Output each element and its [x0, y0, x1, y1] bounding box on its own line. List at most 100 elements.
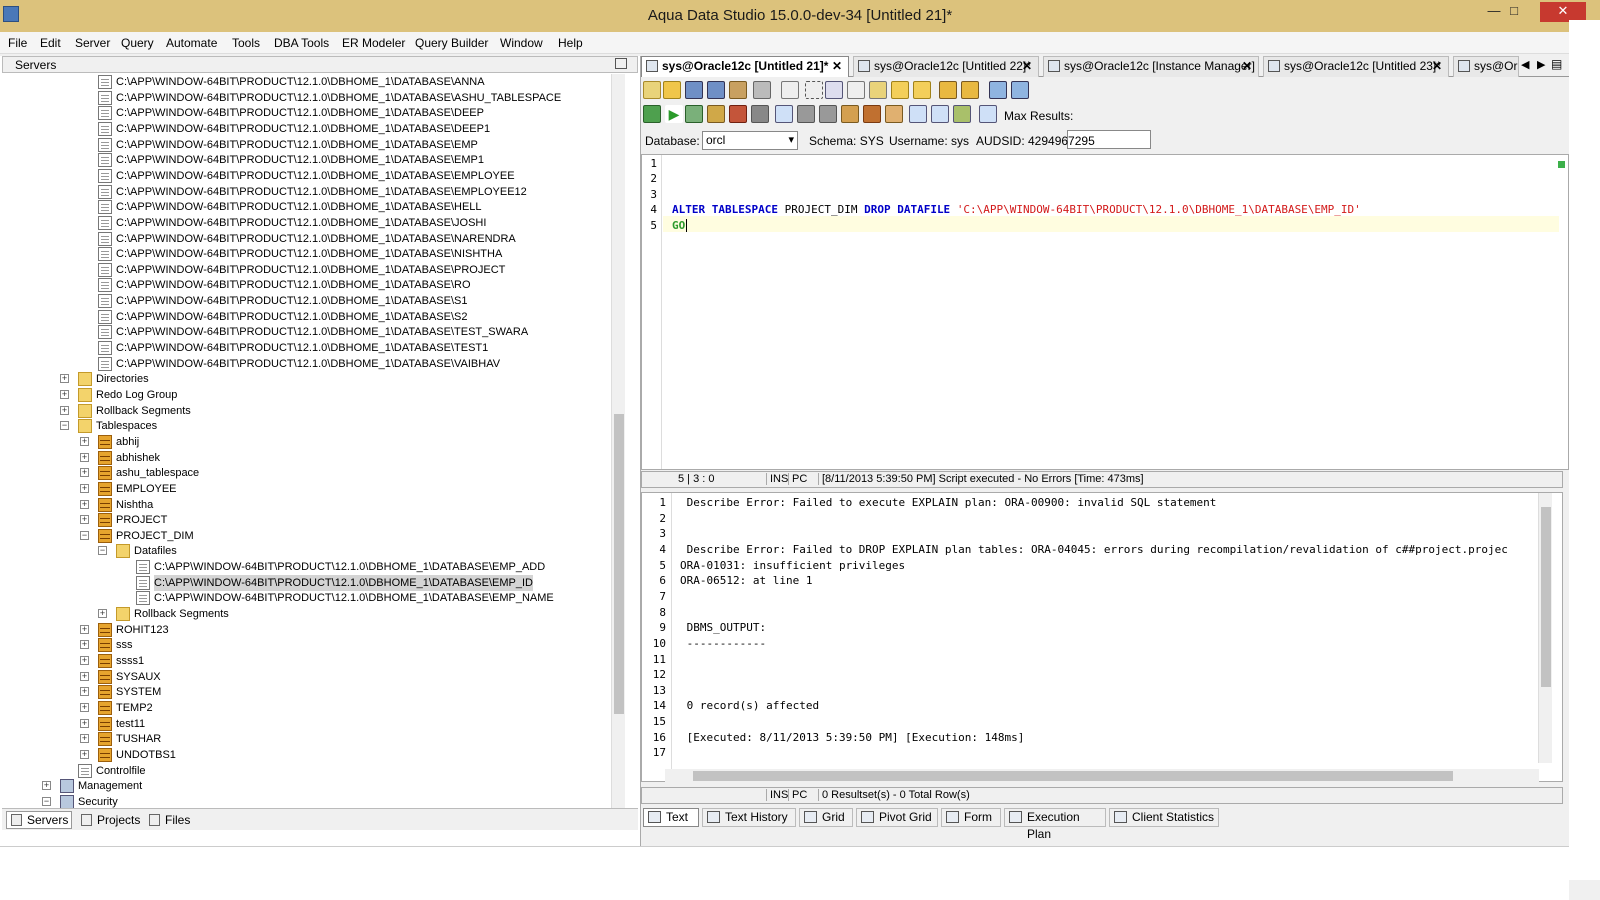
back-icon[interactable]	[797, 105, 815, 123]
expand-icon[interactable]: +	[60, 390, 69, 399]
tree-node-tablespace[interactable]: + SYSTEM	[2, 684, 612, 700]
doc-tab-untitled-21[interactable]: sys@Oracle12c [Untitled 21]* ✕	[641, 56, 849, 77]
redo-icon[interactable]	[913, 81, 931, 99]
expand-icon[interactable]: +	[80, 703, 89, 712]
tab-servers[interactable]: Servers	[6, 811, 72, 829]
expand-icon[interactable]: +	[80, 484, 89, 493]
save-as-icon[interactable]	[707, 81, 725, 99]
tree-node-datafile[interactable]: C:\APP\WINDOW-64BIT\PRODUCT\12.1.0\DBHOM…	[2, 184, 612, 200]
expand-icon[interactable]: +	[80, 453, 89, 462]
tab-scroll-left-icon[interactable]: ◀	[1521, 58, 1529, 71]
expand-icon[interactable]: +	[80, 656, 89, 665]
tree-node-datafile[interactable]: C:\APP\WINDOW-64BIT\PRODUCT\12.1.0\DBHOM…	[2, 262, 612, 278]
execute-icon[interactable]: ▶	[665, 105, 683, 123]
expand-icon[interactable]: +	[80, 640, 89, 649]
results-in-panel-icon[interactable]	[909, 105, 927, 123]
history-icon[interactable]	[885, 105, 903, 123]
expand-icon[interactable]: +	[80, 468, 89, 477]
tree-node-tablespace[interactable]: + abhij	[2, 434, 612, 450]
menu-help[interactable]: Help	[558, 36, 583, 50]
tree-node-tablespace[interactable]: − PROJECT_DIM	[2, 528, 612, 544]
tree-node-datafile[interactable]: C:\APP\WINDOW-64BIT\PRODUCT\12.1.0\DBHOM…	[2, 340, 612, 356]
sql-editor[interactable]: 1 2 3 4 5 ALTER TABLESPACE PROJECT_DIM D…	[641, 154, 1569, 470]
tree-node-datafiles-folder[interactable]: − Datafiles	[2, 543, 612, 559]
tab-grid[interactable]: Grid	[799, 808, 853, 827]
tree-node-tablespace[interactable]: + test11	[2, 716, 612, 732]
tree-node-datafile[interactable]: C:\APP\WINDOW-64BIT\PRODUCT\12.1.0\DBHOM…	[2, 309, 612, 325]
menu-edit[interactable]: Edit	[40, 36, 61, 50]
collapse-icon[interactable]: −	[98, 546, 107, 555]
copy-icon[interactable]	[847, 81, 865, 99]
tab-pivot-grid[interactable]: Pivot Grid	[856, 808, 938, 827]
tree-node-datafile[interactable]: C:\APP\WINDOW-64BIT\PRODUCT\12.1.0\DBHOM…	[2, 246, 612, 262]
tree-node-datafile[interactable]: C:\APP\WINDOW-64BIT\PRODUCT\12.1.0\DBHOM…	[2, 152, 612, 168]
tree-node-controlfile[interactable]: Controlfile	[2, 763, 612, 779]
options-icon[interactable]	[979, 105, 997, 123]
tree-node-datafile[interactable]: C:\APP\WINDOW-64BIT\PRODUCT\12.1.0\DBHOM…	[2, 168, 612, 184]
expand-icon[interactable]: +	[80, 687, 89, 696]
results-hscrollbar-thumb[interactable]	[693, 771, 1453, 781]
menu-er-modeler[interactable]: ER Modeler	[342, 36, 405, 50]
results-text-panel[interactable]: 1 Describe Error: Failed to execute EXPL…	[641, 492, 1563, 782]
tree-node-datafile[interactable]: C:\APP\WINDOW-64BIT\PRODUCT\12.1.0\DBHOM…	[2, 199, 612, 215]
print-icon[interactable]	[753, 81, 771, 99]
tree-node-datafile[interactable]: C:\APP\WINDOW-64BIT\PRODUCT\12.1.0\DBHOM…	[2, 324, 612, 340]
collapse-icon[interactable]: −	[42, 797, 51, 806]
tree-node-datafile[interactable]: C:\APP\WINDOW-64BIT\PRODUCT\12.1.0\DBHOM…	[2, 90, 612, 106]
menu-tools[interactable]: Tools	[232, 36, 260, 50]
tree-node-datafile[interactable]: C:\APP\WINDOW-64BIT\PRODUCT\12.1.0\DBHOM…	[2, 74, 612, 90]
undo-icon[interactable]	[891, 81, 909, 99]
tree-node-tablespace[interactable]: + ashu_tablespace	[2, 465, 612, 481]
collapse-icon[interactable]: −	[80, 531, 89, 540]
tree-node-tablespace[interactable]: + ssss1	[2, 653, 612, 669]
expand-icon[interactable]: +	[80, 734, 89, 743]
tree-node-datafile[interactable]: C:\APP\WINDOW-64BIT\PRODUCT\12.1.0\DBHOM…	[2, 293, 612, 309]
doc-tab-untitled-23[interactable]: sys@Oracle12c [Untitled 23]* ✕	[1263, 56, 1449, 77]
tree-node-datafile[interactable]: C:\APP\WINDOW-64BIT\PRODUCT\12.1.0\DBHOM…	[2, 105, 612, 121]
tree-node-tablespace[interactable]: + ROHIT123	[2, 622, 612, 638]
explain-icon[interactable]	[841, 105, 859, 123]
database-select[interactable]: orcl	[702, 131, 798, 150]
expand-icon[interactable]: +	[80, 515, 89, 524]
tree-node-datafile[interactable]: C:\APP\WINDOW-64BIT\PRODUCT\12.1.0\DBHOM…	[2, 121, 612, 137]
tree-node-folder[interactable]: + Directories	[2, 371, 612, 387]
expand-icon[interactable]: +	[80, 719, 89, 728]
tree-node-tablespace[interactable]: + UNDOTBS1	[2, 747, 612, 763]
tree-node-folder[interactable]: + Rollback Segments	[2, 606, 612, 622]
tree-node-folder[interactable]: − Tablespaces	[2, 418, 612, 434]
replace-icon[interactable]	[961, 81, 979, 99]
expand-icon[interactable]: +	[98, 609, 107, 618]
tree-node-tablespace[interactable]: + sss	[2, 637, 612, 653]
commit-icon[interactable]	[707, 105, 725, 123]
tree-node-tablespace[interactable]: + Nishtha	[2, 497, 612, 513]
stop-icon[interactable]	[751, 105, 769, 123]
menu-window[interactable]: Window	[500, 36, 543, 50]
doc-tab-instance-manager[interactable]: sys@Oracle12c [Instance Manager] ✕	[1043, 56, 1259, 77]
expand-icon[interactable]: +	[80, 625, 89, 634]
tree-node-management[interactable]: + Management	[2, 778, 612, 794]
tree-node-datafile[interactable]: C:\APP\WINDOW-64BIT\PRODUCT\12.1.0\DBHOM…	[2, 356, 612, 372]
tree-node-datafile[interactable]: C:\APP\WINDOW-64BIT\PRODUCT\12.1.0\DBHOM…	[2, 137, 612, 153]
doc-tab-overflow[interactable]: sys@Or	[1453, 56, 1519, 77]
rollback-icon[interactable]	[729, 105, 747, 123]
paste-icon[interactable]	[869, 81, 887, 99]
tree-node-folder[interactable]: + Redo Log Group	[2, 387, 612, 403]
tree-node-datafile[interactable]: C:\APP\WINDOW-64BIT\PRODUCT\12.1.0\DBHOM…	[2, 559, 612, 575]
results-vscrollbar[interactable]	[1538, 493, 1552, 763]
maximize-button[interactable]: □	[1500, 2, 1528, 22]
menu-automate[interactable]: Automate	[166, 36, 217, 50]
new-file-icon[interactable]	[643, 81, 661, 99]
expand-icon[interactable]: +	[42, 781, 51, 790]
expand-icon[interactable]: +	[60, 406, 69, 415]
expand-icon[interactable]: +	[80, 500, 89, 509]
tree-node-datafile[interactable]: C:\APP\WINDOW-64BIT\PRODUCT\12.1.0\DBHOM…	[2, 215, 612, 231]
tab-text[interactable]: Text	[643, 808, 699, 827]
tab-scroll-right-icon[interactable]: ▶	[1537, 58, 1545, 71]
chart-icon[interactable]	[953, 105, 971, 123]
tree-node-tablespace[interactable]: + EMPLOYEE	[2, 481, 612, 497]
save-all-icon[interactable]	[729, 81, 747, 99]
find-icon[interactable]	[939, 81, 957, 99]
page-icon[interactable]	[781, 81, 799, 99]
tree-scrollbar[interactable]	[611, 74, 625, 808]
collapse-icon[interactable]: −	[60, 421, 69, 430]
